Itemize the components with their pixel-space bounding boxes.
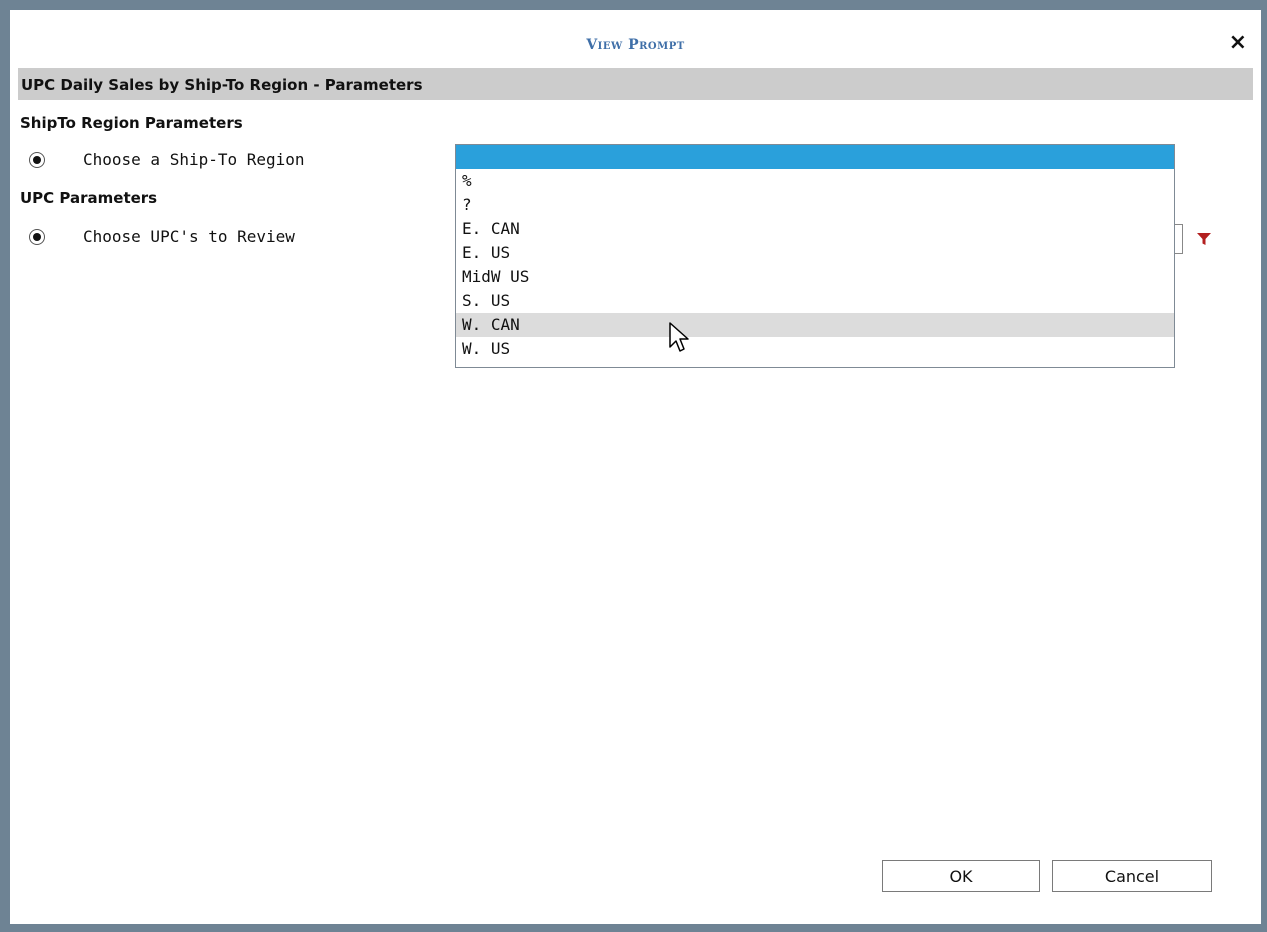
dropdown-option[interactable]: E. US [456, 241, 1174, 265]
shipto-param-label: Choose a Ship-To Region [83, 150, 305, 169]
dialog-title: View Prompt [586, 37, 685, 53]
dropdown-option[interactable]: ? [456, 193, 1174, 217]
region-dropdown-list[interactable]: % ? E. CAN E. US MidW US S. US W. CAN W.… [455, 144, 1175, 368]
dropdown-option[interactable]: E. CAN [456, 217, 1174, 241]
dropdown-option[interactable]: W. US [456, 337, 1174, 361]
upc-radio[interactable] [29, 229, 45, 245]
dropdown-option[interactable] [456, 145, 1174, 169]
close-icon[interactable]: × [1229, 32, 1247, 54]
view-prompt-dialog: View Prompt × UPC Daily Sales by Ship-To… [10, 10, 1261, 924]
dropdown-option[interactable]: % [456, 169, 1174, 193]
upc-group-label: UPC Parameters [20, 189, 158, 207]
section-header: UPC Daily Sales by Ship-To Region - Para… [18, 68, 1253, 100]
cancel-button[interactable]: Cancel [1052, 860, 1212, 892]
shipto-radio[interactable] [29, 152, 45, 168]
shipto-group-label: ShipTo Region Parameters [20, 114, 243, 132]
upc-param-label: Choose UPC's to Review [83, 227, 295, 246]
dropdown-option[interactable]: MidW US [456, 265, 1174, 289]
ok-button[interactable]: OK [882, 860, 1040, 892]
filter-icon[interactable] [1196, 231, 1212, 247]
dropdown-option[interactable]: W. CAN [456, 313, 1174, 337]
mouse-pointer-icon [669, 322, 689, 352]
dropdown-option[interactable]: S. US [456, 289, 1174, 313]
